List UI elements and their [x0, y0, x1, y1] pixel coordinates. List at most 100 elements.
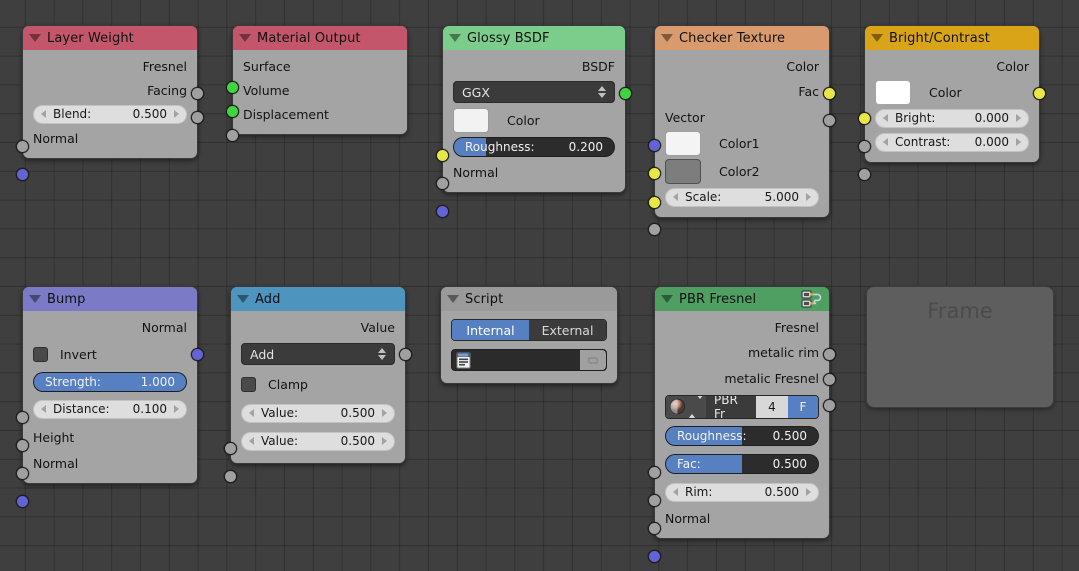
decrement-arrow-icon[interactable] — [883, 138, 888, 146]
decrement-arrow-icon[interactable] — [883, 114, 888, 122]
color-swatch-color[interactable] — [453, 107, 489, 133]
increment-arrow-icon[interactable] — [806, 193, 811, 201]
socket-in-normal[interactable] — [436, 205, 449, 218]
collapse-triangle-icon[interactable] — [661, 295, 673, 303]
field-row-bright: Bright: 0.000 — [865, 106, 1039, 130]
socket-in-scale[interactable] — [648, 223, 661, 236]
node-header-layer-weight[interactable]: Layer Weight — [23, 26, 197, 50]
number-field-value-2[interactable]: Value: 0.500 — [241, 431, 395, 451]
slider-strength[interactable]: Strength: 1.000 — [33, 372, 187, 392]
node-script[interactable]: Script Internal External — [440, 286, 618, 384]
swatch-label-color1: Color1 — [719, 135, 760, 151]
node-frame[interactable]: Frame — [866, 286, 1054, 408]
node-header-add[interactable]: Add — [231, 287, 405, 311]
increment-arrow-icon[interactable] — [382, 437, 387, 445]
node-bright-contrast[interactable]: Bright/Contrast Color Color Bright: 0.00… — [858, 25, 1046, 181]
node-editor-canvas[interactable]: Layer Weight Fresnel Facing Blend: 0.500 — [0, 0, 1079, 571]
field-row-contrast: Contrast: 0.000 — [865, 130, 1039, 154]
dropdown-distribution[interactable]: GGX — [453, 81, 615, 103]
decrement-arrow-icon[interactable] — [673, 488, 678, 496]
color-swatch-color1[interactable] — [665, 130, 701, 156]
number-field-blend[interactable]: Blend: 0.500 — [33, 104, 187, 124]
increment-arrow-icon[interactable] — [174, 110, 179, 118]
decrement-arrow-icon[interactable] — [673, 193, 678, 201]
output-label-metalic-fresnel: metalic Fresnel — [724, 370, 819, 386]
input-row-volume: Volume — [233, 78, 407, 102]
chevron-updown-icon[interactable] — [378, 348, 386, 360]
decrement-arrow-icon[interactable] — [41, 110, 46, 118]
collapse-triangle-icon[interactable] — [29, 295, 41, 303]
text-datablock-field[interactable] — [451, 349, 607, 371]
number-field-scale[interactable]: Scale: 5.000 — [665, 187, 819, 207]
socket-in-displacement[interactable] — [226, 129, 239, 142]
toggle-option-external[interactable]: External — [529, 320, 606, 340]
slider-label: Strength: — [45, 375, 101, 389]
socket-in-normal[interactable] — [648, 550, 661, 563]
number-field-rim[interactable]: Rim: 0.500 — [665, 482, 819, 502]
node-header-bump[interactable]: Bump — [23, 287, 197, 311]
increment-arrow-icon[interactable] — [1016, 138, 1021, 146]
collapse-triangle-icon[interactable] — [447, 295, 459, 303]
number-field-contrast[interactable]: Contrast: 0.000 — [875, 132, 1029, 152]
increment-arrow-icon[interactable] — [174, 405, 179, 413]
slider-fac[interactable]: Fac: 0.500 — [665, 454, 819, 474]
decrement-arrow-icon[interactable] — [41, 405, 46, 413]
toggle-option-internal[interactable]: Internal — [452, 320, 529, 340]
checkbox-invert[interactable] — [33, 346, 48, 362]
socket-in-value-2[interactable] — [224, 470, 237, 483]
node-layer-weight[interactable]: Layer Weight Fresnel Facing Blend: 0.500 — [16, 25, 204, 181]
collapse-triangle-icon[interactable] — [239, 34, 251, 42]
refresh-icon[interactable] — [580, 350, 606, 370]
node-group-icon — [801, 290, 823, 308]
node-material-output[interactable]: Material Output Surface Volume Displacem… — [226, 25, 408, 142]
material-preview-icon[interactable] — [666, 395, 706, 418]
slider-roughness[interactable]: Roughness: 0.500 — [665, 426, 819, 446]
slider-row-fac: Fac: 0.500 — [655, 450, 829, 478]
collapse-triangle-icon[interactable] — [871, 34, 883, 42]
input-row-normal: Normal — [655, 506, 829, 530]
dropdown-operation[interactable]: Add — [241, 343, 395, 365]
decrement-arrow-icon[interactable] — [249, 409, 254, 417]
checkbox-clamp[interactable] — [241, 376, 256, 392]
node-pbr-fresnel[interactable]: PBR Fresnel Fresnel metalic rim metalic … — [648, 286, 836, 563]
number-field-value-1[interactable]: Value: 0.500 — [241, 403, 395, 423]
field-label: Bright: — [895, 111, 936, 125]
collapse-triangle-icon[interactable] — [449, 34, 461, 42]
fake-user-button[interactable]: F — [788, 395, 818, 418]
node-header-script[interactable]: Script — [441, 287, 617, 311]
decrement-arrow-icon[interactable] — [249, 437, 254, 445]
datablock-name[interactable]: PBR Fr — [706, 395, 756, 418]
socket-in-normal[interactable] — [16, 495, 29, 508]
input-label-displacement: Displacement — [243, 106, 329, 122]
datablock-user-count[interactable]: 4 — [756, 395, 788, 418]
node-header-material-output[interactable]: Material Output — [233, 26, 407, 50]
node-add-math[interactable]: Add Value Add Clamp Value: 0.500 Value: … — [224, 286, 412, 483]
swatch-row-color: Color — [865, 78, 1039, 106]
socket-in-contrast[interactable] — [858, 168, 871, 181]
number-field-distance[interactable]: Distance: 0.100 — [33, 399, 187, 419]
color-swatch-color2[interactable] — [665, 158, 701, 184]
increment-arrow-icon[interactable] — [382, 409, 387, 417]
color-swatch-color[interactable] — [875, 79, 911, 105]
collapse-triangle-icon[interactable] — [661, 34, 673, 42]
node-checker-texture[interactable]: Checker Texture Color Fac Vector Color1 — [648, 25, 836, 236]
toggle-script-mode[interactable]: Internal External — [451, 319, 607, 341]
input-row-surface: Surface — [233, 54, 407, 78]
chevron-updown-icon[interactable] — [687, 395, 704, 418]
increment-arrow-icon[interactable] — [806, 488, 811, 496]
node-bump[interactable]: Bump Normal Invert Strength: 1.000 Dista… — [16, 286, 204, 508]
node-glossy-bsdf[interactable]: Glossy BSDF BSDF GGX Color Roughness: 0.… — [436, 25, 632, 218]
node-header-checker-texture[interactable]: Checker Texture — [655, 26, 829, 50]
node-header-glossy-bsdf[interactable]: Glossy BSDF — [443, 26, 625, 50]
datablock-selector[interactable]: PBR Fr 4 F — [665, 394, 819, 419]
chevron-updown-icon[interactable] — [598, 86, 606, 98]
slider-roughness[interactable]: Roughness: 0.200 — [453, 137, 615, 157]
node-header-bright-contrast[interactable]: Bright/Contrast — [865, 26, 1039, 50]
collapse-triangle-icon[interactable] — [29, 34, 41, 42]
collapse-triangle-icon[interactable] — [237, 295, 249, 303]
node-header-pbr-fresnel[interactable]: PBR Fresnel — [655, 287, 829, 311]
swatch-label-color: Color — [929, 84, 962, 100]
socket-in-normal[interactable] — [16, 168, 29, 181]
number-field-bright[interactable]: Bright: 0.000 — [875, 108, 1029, 128]
increment-arrow-icon[interactable] — [1016, 114, 1021, 122]
